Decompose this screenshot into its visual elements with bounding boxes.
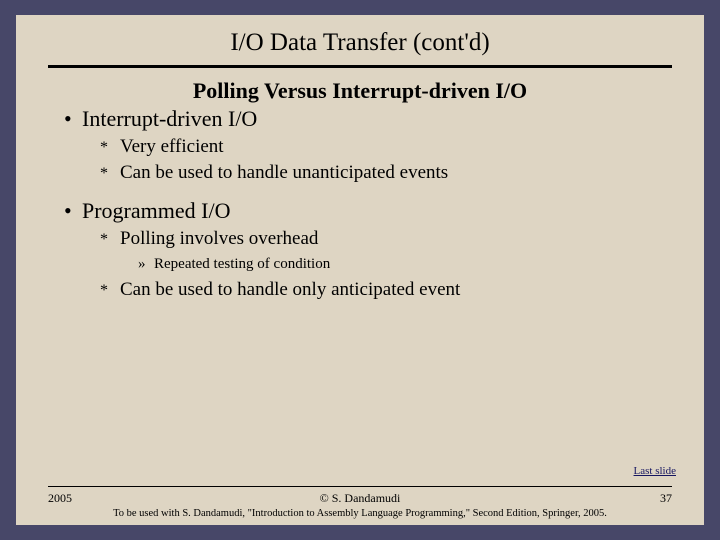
footer-copyright: © S. Dandamudi [256, 491, 464, 506]
title-divider [48, 65, 672, 68]
slide: I/O Data Transfer (cont'd) Polling Versu… [16, 15, 704, 525]
subbullet-anticipated: Can be used to handle only anticipated e… [100, 279, 660, 301]
footer-citation: To be used with S. Dandamudi, "Introduct… [48, 508, 672, 519]
last-slide-link[interactable]: Last slide [634, 465, 676, 477]
footer-row: 2005 © S. Dandamudi 37 [48, 491, 672, 506]
subsubbullet-repeated-testing: Repeated testing of condition [138, 256, 660, 273]
subbullet-polling-overhead: Polling involves overhead [100, 228, 660, 250]
bullet-programmed-io: Programmed I/O [64, 198, 660, 224]
slide-title: I/O Data Transfer (cont'd) [16, 29, 704, 57]
subbullet-unanticipated: Can be used to handle unanticipated even… [100, 162, 660, 184]
slide-footer: 2005 © S. Dandamudi 37 To be used with S… [16, 486, 704, 525]
footer-page-number: 37 [464, 491, 672, 506]
subbullet-very-efficient: Very efficient [100, 136, 660, 158]
slide-subtitle: Polling Versus Interrupt-driven I/O [60, 78, 660, 104]
footer-year: 2005 [48, 491, 256, 506]
bullet-interrupt-driven: Interrupt-driven I/O [64, 106, 660, 132]
footer-divider [48, 486, 672, 487]
slide-content: Polling Versus Interrupt-driven I/O Inte… [16, 72, 704, 301]
